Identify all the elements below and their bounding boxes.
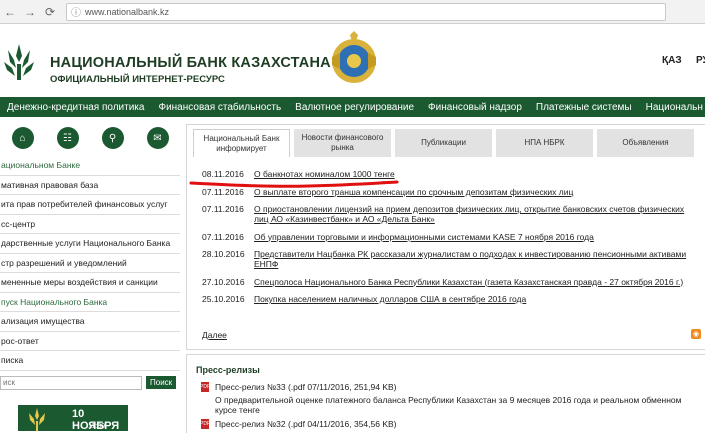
promo-logo-icon xyxy=(29,407,45,431)
tab-publications[interactable]: Публикации xyxy=(395,129,492,157)
news-date: 07.11.2016 xyxy=(202,204,244,214)
news-date: 08.11.2016 xyxy=(202,169,244,179)
rss-icon[interactable]: ◉ xyxy=(691,329,701,339)
promo-time: 11:00 xyxy=(88,422,105,430)
list-item: 07.11.2016 О выплате второго транша комп… xyxy=(202,187,705,197)
press-description: О предварительной оценке платежного бала… xyxy=(215,395,682,415)
nav-item-national[interactable]: Национальн xyxy=(639,102,705,113)
search-input[interactable] xyxy=(0,375,142,390)
news-date: 27.10.2016 xyxy=(202,276,245,287)
sidebar-item-issue[interactable]: пуск Национального Банка xyxy=(0,293,180,312)
list-item: 27.10.2016 Спецполоса Национального Банк… xyxy=(202,277,705,287)
nav-item-currency-regulation[interactable]: Валютное регулирование xyxy=(288,102,421,113)
sidebar-item-consumer-protection[interactable]: ита прав потребителей финансовых услуг xyxy=(0,195,180,215)
lang-kz-link[interactable]: ҚАЗ xyxy=(662,55,682,66)
pdf-icon: PDF xyxy=(200,382,210,392)
mail-icon[interactable]: ✉ xyxy=(146,127,169,149)
lang-ru-link[interactable]: РУ xyxy=(696,55,705,66)
news-link[interactable]: Представители Нацбанка РК рассказали жур… xyxy=(254,249,699,269)
sidebar-item-registry[interactable]: стр разрешений и уведомлений xyxy=(0,254,180,273)
sidebar-item-subscription[interactable]: писка xyxy=(0,351,180,371)
sitemap-icon[interactable]: ☷ xyxy=(56,127,79,149)
nav-item-financial-supervision[interactable]: Финансовый надзор xyxy=(421,102,529,113)
site-subtitle: ОФИЦИАЛЬНЫЙ ИНТЕРНЕТ-РЕСУРС xyxy=(50,74,225,85)
list-item: 07.11.2016 О приостановлении лицензий на… xyxy=(202,204,705,224)
address-bar[interactable]: ⓘ www.nationalbank.kz xyxy=(66,2,666,21)
news-date: 07.11.2016 xyxy=(202,186,244,197)
site-header: НАЦИОНАЛЬНЫЙ БАНК КАЗАХСТАНА ОФИЦИАЛЬНЫЙ… xyxy=(0,25,705,95)
page-info-icon[interactable]: ⓘ xyxy=(71,4,81,19)
home-icon[interactable]: ⌂ xyxy=(11,127,34,149)
sidebar-item-about[interactable]: ациональном Банке xyxy=(0,156,180,176)
sidebar-item-sanctions[interactable]: мененные меры воздействия и санкции xyxy=(0,273,180,293)
news-tabs: Национальный Банк информирует Новости фи… xyxy=(187,125,705,157)
promo-banner[interactable]: 10 НОЯБРЯ 11:00 xyxy=(18,404,128,431)
back-icon[interactable]: ← xyxy=(0,2,20,22)
site-title[interactable]: НАЦИОНАЛЬНЫЙ БАНК КАЗАХСТАНА xyxy=(50,55,331,71)
bank-logo-icon[interactable] xyxy=(2,42,36,82)
press-title: Пресс-релизы xyxy=(196,365,260,375)
press-item: PDF Пресс-релиз №32 (.pdf 04/11/2016, 35… xyxy=(200,419,397,429)
news-date: 28.10.2016 xyxy=(202,249,245,259)
sidebar-search: Поиск xyxy=(0,373,180,393)
forward-icon[interactable]: → xyxy=(20,2,40,22)
state-emblem-icon xyxy=(332,31,376,83)
list-item: 28.10.2016 Представители Нацбанка РК рас… xyxy=(202,249,705,269)
nav-item-monetary-policy[interactable]: Денежно-кредитная политика xyxy=(0,102,151,113)
news-date: 07.11.2016 xyxy=(202,231,244,242)
news-link[interactable]: О банкнотах номиналом 1000 тенге xyxy=(254,169,699,179)
sidebar-item-qa[interactable]: рос-ответ xyxy=(0,332,180,351)
news-link[interactable]: Спецполоса Национального Банка Республик… xyxy=(254,277,699,287)
search-button[interactable]: Поиск xyxy=(146,376,177,389)
url-text: www.nationalbank.kz xyxy=(85,6,170,17)
press-link[interactable]: Пресс-релиз №32 (.pdf 04/11/2016, 354,56… xyxy=(215,419,397,429)
sidebar-item-legal-base[interactable]: мативная правовая база xyxy=(0,176,180,195)
news-link[interactable]: О выплате второго транша компенсации по … xyxy=(254,187,699,197)
more-link[interactable]: Далее xyxy=(202,330,227,340)
sidebar-item-public-services[interactable]: дарственные услуги Национального Банка xyxy=(0,234,180,254)
press-link[interactable]: Пресс-релиз №33 (.pdf 07/11/2016, 251,94… xyxy=(215,382,397,392)
press-releases-panel: Пресс-релизы PDF Пресс-релиз №33 (.pdf 0… xyxy=(186,354,705,433)
list-item: 07.11.2016 Об управлении торговыми и инф… xyxy=(202,232,705,242)
press-item: PDF Пресс-релиз №33 (.pdf 07/11/2016, 25… xyxy=(200,382,397,392)
sidebar-item-property[interactable]: ализация имущества xyxy=(0,312,180,332)
list-item: 08.11.2016 О банкнотах номиналом 1000 те… xyxy=(202,169,705,179)
sidebar-item-press-center[interactable]: сс-центр xyxy=(0,215,180,234)
pdf-icon: PDF xyxy=(200,419,210,429)
sidebar: ⌂ ☷ ⚲ ✉ ациональном Банке мативная право… xyxy=(0,120,180,433)
sidebar-icon-row: ⌂ ☷ ⚲ ✉ xyxy=(0,120,180,156)
tab-npa[interactable]: НПА НБРК xyxy=(496,129,593,157)
tab-bank-informs[interactable]: Национальный Банк информирует xyxy=(193,129,290,157)
browser-toolbar: ← → ⟳ ⓘ www.nationalbank.kz xyxy=(0,0,705,24)
news-link[interactable]: Покупка населением наличных долларов США… xyxy=(254,294,699,304)
list-item: 25.10.2016 Покупка населением наличных д… xyxy=(202,294,705,304)
search-icon[interactable]: ⚲ xyxy=(101,127,124,149)
tab-announcements[interactable]: Объявления xyxy=(597,129,694,157)
main-nav: Денежно-кредитная политика Финансовая ст… xyxy=(0,97,705,117)
reload-icon[interactable]: ⟳ xyxy=(40,2,60,22)
tab-market-news[interactable]: Новости финансового рынка xyxy=(294,129,391,157)
news-panel: Национальный Банк информирует Новости фи… xyxy=(186,124,705,350)
news-date: 25.10.2016 xyxy=(202,294,245,304)
nav-item-payment-systems[interactable]: Платежные системы xyxy=(529,102,639,113)
nav-item-financial-stability[interactable]: Финансовая стабильность xyxy=(151,102,288,113)
news-link[interactable]: О приостановлении лицензий на прием депо… xyxy=(254,204,699,224)
news-link[interactable]: Об управлении торговыми и информационным… xyxy=(254,232,699,242)
news-list: 08.11.2016 О банкнотах номиналом 1000 те… xyxy=(187,157,705,304)
